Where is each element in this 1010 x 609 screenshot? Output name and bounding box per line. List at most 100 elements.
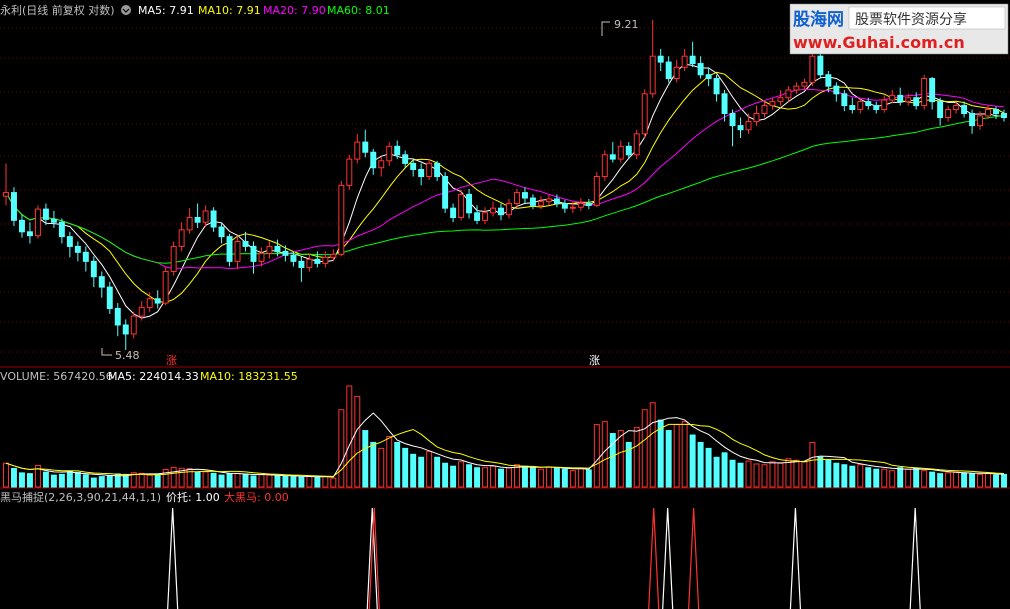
candle-up [490,207,496,214]
volume-bar [537,468,544,488]
volume-bar [26,473,33,488]
candle-down [434,162,441,177]
candle-down [865,101,872,107]
stock-chart[interactable]: 9.21 5.48 涨 涨 永利(日线 前复权 对数) MA5: 7.91 MA… [0,0,1010,609]
candle-up [178,229,185,247]
candle-up [857,101,864,111]
candle-down [561,203,568,209]
candle-down [625,145,632,156]
volume-bar [170,466,177,488]
volume-header: VOLUME: 567420.56 MA5: 224014.33 MA10: 1… [0,370,298,383]
volume-bar [953,471,960,488]
volume-bar [585,469,592,488]
candle-down [521,192,528,199]
volume-bar [482,467,489,488]
candle-up [346,158,353,186]
candle-up [809,55,816,83]
candle-up [889,94,896,101]
watermark-logo: 股海网 股票软件资源分享 www.Guhai.com.cn [789,3,1009,55]
candle-up [545,198,552,203]
volume-bar [993,474,999,488]
volume-bar [490,465,496,488]
volume-bar [202,471,209,488]
volume-bar [418,456,425,488]
volume-bar [561,468,568,488]
candle-up [266,245,273,254]
volume-bar [681,421,688,488]
candle-up [785,89,792,99]
volume-bar [378,447,385,488]
volume-bar [426,450,433,488]
candle-up [921,78,928,107]
candle-down [410,162,417,170]
volume-bar [897,467,904,488]
volume-bar [370,441,377,488]
volume-bar [777,462,784,488]
volume-bar [697,441,704,488]
volume-bar [11,467,17,488]
volume-bar [242,473,249,488]
settings-dot-icon[interactable] [121,5,131,15]
volume-bar [306,476,313,488]
rise-mark-1: 涨 [166,354,177,367]
candle-up [673,66,680,80]
candle-down [154,298,161,304]
watermark-slogan: 股票软件资源分享 [855,11,967,28]
candle-down [993,109,999,115]
candle-up [633,133,640,156]
candle-up [146,298,153,308]
candle-down [42,208,49,220]
candle-up [482,212,489,221]
ma20-label: MA20: 7.90 [263,4,326,17]
candle-down [18,219,25,233]
candle-down [849,105,856,111]
candle-down [474,212,481,221]
volume-bar [977,473,984,488]
volume-bar [338,409,345,488]
ma5-label: MA5: 7.91 [138,4,194,17]
volume-bar [857,464,864,488]
candle-down [226,236,233,262]
candle-down [58,221,65,238]
volume-bar [122,473,129,488]
candle-down [114,307,121,326]
candle-up [777,97,784,103]
volume-bar [769,461,776,488]
volume-bar [601,421,608,488]
volume-bar [929,471,936,488]
indicator-header: 黑马捕捉(2,26,3,90,21,44,1,1) 价托: 1.00 大黑马: … [0,490,289,504]
candle-up [577,203,584,208]
volume-bar [50,474,57,488]
volume-bar [434,456,441,488]
volume-bar [90,477,97,488]
candle-up [769,101,776,107]
volume-bar [521,465,528,488]
volume-bar [466,464,473,488]
volume-bar [362,430,369,488]
volume-bar [3,462,9,488]
candle-up [745,121,752,131]
volume-bar [889,470,896,488]
candle-up [378,160,385,169]
volume-bar [841,464,848,488]
volume-bar [793,459,800,488]
candle-down [713,78,720,95]
candle-down [729,113,736,127]
volume-bar [665,430,672,488]
volume-bar [226,473,233,488]
volume-bar [761,464,768,488]
volume-bar [98,476,105,488]
candle-down [122,324,129,335]
volume-bar [410,453,417,488]
candle-down [689,55,696,65]
candle-down [50,218,57,223]
candle-down [11,192,17,221]
candle-down [394,145,401,156]
candle-down [969,113,976,127]
candle-down [402,154,409,164]
volume-bar [961,472,968,488]
candle-down [26,231,33,237]
stock-title: 永利(日线 前复权 对数) [0,3,115,17]
candle-up [186,217,193,231]
volume-bar [74,471,81,488]
